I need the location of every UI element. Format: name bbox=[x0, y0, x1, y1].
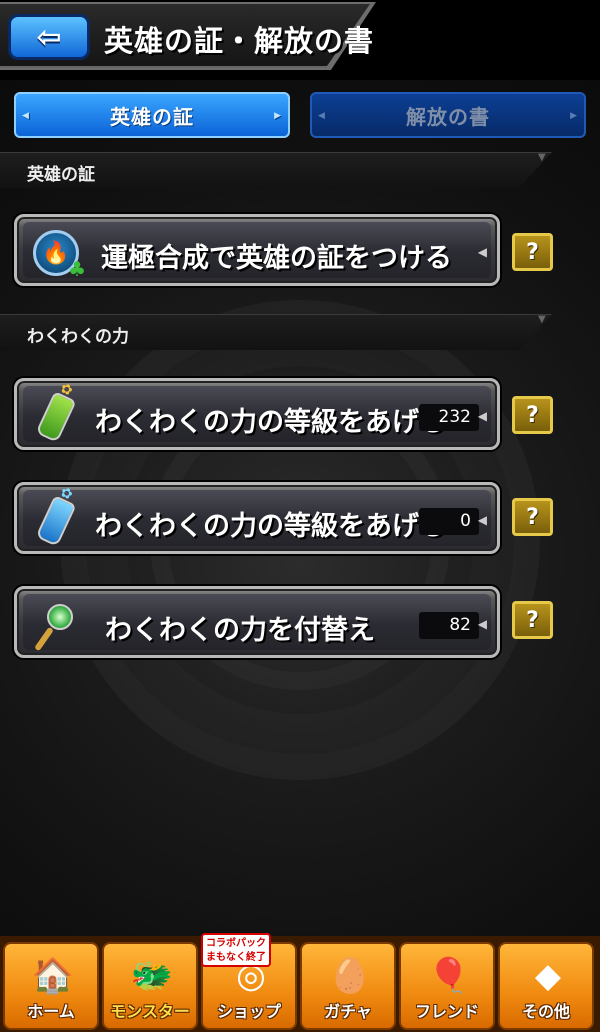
item-count: 0 bbox=[419, 508, 479, 535]
nav-monster[interactable]: 🐲 モンスター bbox=[102, 942, 198, 1030]
page-title: 英雄の証・解放の書 bbox=[104, 24, 375, 58]
wand-icon bbox=[29, 598, 83, 652]
upgrade-grade-button-1[interactable]: ✿ わくわくの力の等級をあげる 232 ◀ bbox=[14, 378, 500, 450]
home-icon: 🏠 bbox=[31, 956, 75, 996]
row-arrow-icon: ◀ bbox=[477, 617, 487, 631]
nav-label: ホーム bbox=[27, 1002, 75, 1021]
back-button[interactable]: ⇦ bbox=[8, 14, 90, 60]
section-label: 英雄の証 bbox=[27, 165, 95, 185]
help-button[interactable]: ? bbox=[512, 498, 553, 536]
tab-label: 解放の書 bbox=[406, 104, 490, 129]
promo-badge: コラボパック まもなく終了 bbox=[201, 933, 271, 967]
gacha-icon: 🥚 bbox=[328, 956, 372, 996]
promo-line-1: コラボパック bbox=[206, 938, 266, 949]
attach-hero-proof-button[interactable]: 🔥 ♣ 運極合成で英雄の証をつける ◀ bbox=[14, 214, 500, 286]
promo-line-2: まもなく終了 bbox=[206, 952, 266, 963]
help-button[interactable]: ? bbox=[512, 601, 553, 639]
upgrade-grade-button-2[interactable]: ✿ わくわくの力の等級をあげる 0 ◀ bbox=[14, 482, 500, 554]
row-arrow-icon: ◀ bbox=[477, 245, 487, 259]
friend-icon: 🎈 bbox=[427, 956, 471, 996]
tab-left-arrow-icon: ◀ bbox=[318, 111, 326, 121]
section-label: わくわくの力 bbox=[27, 327, 129, 347]
nav-label: その他 bbox=[521, 1002, 570, 1021]
help-button[interactable]: ? bbox=[512, 233, 553, 271]
tab-label: 英雄の証 bbox=[110, 104, 194, 129]
blue-bottle-icon: ✿ bbox=[29, 484, 83, 548]
section-corner-icon: ▼ bbox=[538, 314, 546, 325]
section-corner-icon: ▼ bbox=[538, 152, 546, 163]
nav-home[interactable]: 🏠 ホーム bbox=[3, 942, 99, 1030]
nav-gacha[interactable]: 🥚 ガチャ bbox=[300, 942, 396, 1030]
row-arrow-icon: ◀ bbox=[477, 409, 487, 423]
item-count: 232 bbox=[419, 404, 479, 431]
tab-left-arrow-icon: ◀ bbox=[22, 111, 30, 121]
row-label: わくわくの力を付替え bbox=[105, 615, 375, 646]
header: ⇦ 英雄の証・解放の書 bbox=[0, 0, 600, 80]
tab-hero-proof[interactable]: ◀ 英雄の証 ▶ bbox=[14, 92, 290, 138]
tab-release-book[interactable]: ◀ 解放の書 ▶ bbox=[310, 92, 586, 138]
row-arrow-icon: ◀ bbox=[477, 513, 487, 527]
item-count: 82 bbox=[419, 612, 479, 639]
row-label: わくわくの力の等級をあげる bbox=[95, 407, 446, 438]
tab-right-arrow-icon: ▶ bbox=[570, 111, 578, 121]
monster-icon: 🐲 bbox=[130, 956, 174, 996]
row-label: わくわくの力の等級をあげる bbox=[95, 511, 446, 542]
green-bottle-icon: ✿ bbox=[29, 380, 83, 444]
nav-label: モンスター bbox=[110, 1002, 190, 1021]
row-label: 運極合成で英雄の証をつける bbox=[101, 243, 452, 274]
nav-label: ショップ bbox=[216, 1002, 281, 1021]
back-arrow-icon: ⇦ bbox=[36, 19, 62, 55]
nav-friend[interactable]: 🎈 フレンド bbox=[399, 942, 495, 1030]
nav-label: ガチャ bbox=[324, 1002, 372, 1021]
tab-right-arrow-icon: ▶ bbox=[274, 111, 282, 121]
other-icon: ◆ bbox=[534, 956, 562, 996]
help-button[interactable]: ? bbox=[512, 396, 553, 434]
hero-badge-icon: 🔥 ♣ bbox=[29, 226, 86, 281]
change-power-button[interactable]: わくわくの力を付替え 82 ◀ bbox=[14, 586, 500, 658]
nav-other[interactable]: ◆ その他 bbox=[498, 942, 594, 1030]
nav-label: フレンド bbox=[414, 1002, 479, 1021]
